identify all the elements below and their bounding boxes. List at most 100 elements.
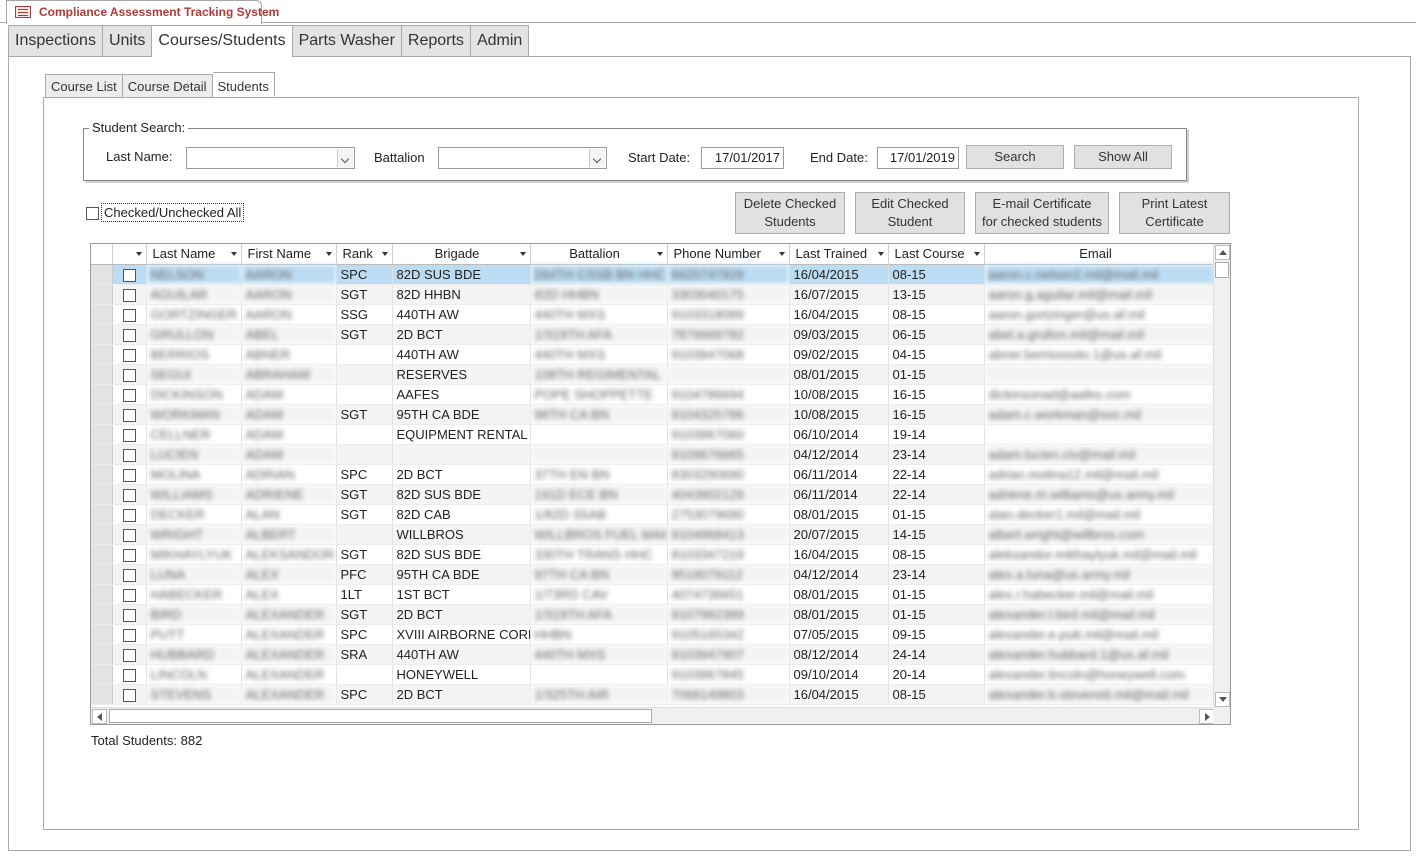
cell-brigade[interactable]: 82D HHBN (392, 284, 531, 305)
cell-phone[interactable]: 9105165342 (667, 624, 790, 645)
row-checkbox[interactable] (122, 268, 136, 282)
column-header-first-name[interactable]: First Name (241, 244, 337, 265)
scroll-thumb[interactable] (1215, 262, 1229, 278)
cell-trained[interactable]: 04/12/2014 (789, 564, 889, 585)
row-checkbox-cell[interactable] (112, 524, 147, 545)
cell-course[interactable]: 08-15 (888, 684, 985, 705)
cell-phone[interactable]: 6625747929 (667, 264, 790, 285)
cell-email[interactable]: dickinsonad@aafes.com (984, 384, 1216, 405)
chevron-down-icon[interactable] (656, 252, 663, 256)
record-selector[interactable] (91, 384, 113, 405)
cell-battalion[interactable]: 191D ECE BN (530, 484, 668, 505)
cell-trained[interactable]: 07/05/2015 (789, 624, 889, 645)
chevron-down-icon[interactable] (381, 252, 388, 256)
cell-trained[interactable]: 08/01/2015 (789, 504, 889, 525)
cell-email[interactable]: abel.a.grullon.mil@mail.mil (984, 324, 1216, 345)
cell-last[interactable]: WILLIAMS (146, 484, 242, 505)
cell-first[interactable]: ADAM (241, 444, 337, 465)
cell-last[interactable]: SEGUI (146, 364, 242, 385)
table-row[interactable]: WILLIAMS ADRIENE SGT 82D SUS BDE 191D ECE BN… (91, 484, 1216, 505)
cell-first[interactable]: ALEXANDER (241, 644, 337, 665)
cell-first[interactable]: ALEKSANDOR (241, 544, 337, 565)
table-row[interactable]: BIRD ALEXANDER SGT 2D BCT 1/319TH AFA 9107992… (91, 604, 1216, 625)
cell-brigade[interactable]: 2D BCT (392, 464, 531, 485)
table-row[interactable]: DICKINSON ADAM AAFES POPE SHOPPETTE 91047866… (91, 384, 1216, 405)
cell-course[interactable]: 01-15 (888, 504, 985, 525)
record-selector[interactable] (91, 504, 113, 525)
cell-rank[interactable]: SGT (336, 544, 393, 565)
row-checkbox[interactable] (122, 548, 136, 562)
cell-course[interactable]: 20-14 (888, 664, 985, 685)
cell-battalion[interactable] (530, 664, 668, 685)
record-selector[interactable] (91, 584, 113, 605)
table-row[interactable]: DECKER ALAN SGT 82D CAB 1/82D 3SAB 2753079690… (91, 504, 1216, 525)
cell-battalion[interactable]: 37TH EN BN (530, 464, 668, 485)
cell-battalion[interactable]: WILLBROS FUEL MAINT (530, 524, 668, 545)
cell-last[interactable]: BIRD (146, 604, 242, 625)
cell-first[interactable]: ABEL (241, 324, 337, 345)
record-selector[interactable] (91, 364, 113, 385)
search-button[interactable]: Search (966, 145, 1064, 169)
tab-units[interactable]: Units (102, 25, 153, 57)
cell-rank[interactable]: SGT (336, 604, 393, 625)
cell-first[interactable]: ALAN (241, 504, 337, 525)
cell-course[interactable]: 08-15 (888, 304, 985, 325)
cell-course[interactable]: 08-15 (888, 544, 985, 565)
cell-email[interactable] (984, 424, 1216, 445)
cell-email[interactable]: alexander.t.bird.mil@mail.mil (984, 604, 1216, 625)
cell-last[interactable]: BERRIOS (146, 344, 242, 365)
cell-rank[interactable]: 1LT (336, 584, 393, 605)
cell-battalion[interactable]: POPE SHOPPETTE (530, 384, 668, 405)
cell-trained[interactable]: 06/11/2014 (789, 464, 889, 485)
row-checkbox[interactable] (122, 368, 136, 382)
row-checkbox-cell[interactable] (112, 664, 147, 685)
cell-rank[interactable]: SRA (336, 644, 393, 665)
cell-course[interactable]: 01-15 (888, 584, 985, 605)
cell-phone[interactable]: 9109676665 (667, 444, 790, 465)
check-all-checkbox[interactable] (86, 207, 99, 220)
tab-course-list[interactable]: Course List (45, 74, 123, 98)
cell-trained[interactable]: 09/03/2015 (789, 324, 889, 345)
cell-first[interactable]: ADRIAN (241, 464, 337, 485)
cell-email[interactable]: aaron.c.nelson2.mil@mail.mil (984, 264, 1216, 285)
vertical-scrollbar[interactable] (1213, 244, 1230, 708)
record-selector[interactable] (91, 264, 113, 285)
column-header-battalion[interactable]: Battalion (530, 244, 668, 265)
cell-last[interactable]: MOLINA (146, 464, 242, 485)
table-row[interactable]: NELSON AARON SPC 82D SUS BDE 264TH CSSB BN H… (91, 264, 1216, 285)
row-checkbox[interactable] (122, 308, 136, 322)
cell-email[interactable]: alexander.hubbard.1@us.af.mil (984, 644, 1216, 665)
cell-phone[interactable]: 9107992389 (667, 604, 790, 625)
cell-battalion[interactable]: 1/319TH AFA (530, 604, 668, 625)
cell-course[interactable]: 22-14 (888, 484, 985, 505)
cell-course[interactable]: 23-14 (888, 444, 985, 465)
cell-phone[interactable] (667, 364, 790, 385)
cell-course[interactable]: 24-14 (888, 644, 985, 665)
cell-brigade[interactable]: EQUIPMENT RENTAL (392, 424, 531, 445)
cell-rank[interactable]: SGT (336, 284, 393, 305)
cell-phone[interactable]: 4043902129 (667, 484, 790, 505)
row-checkbox[interactable] (122, 588, 136, 602)
record-selector[interactable] (91, 564, 113, 585)
cell-email[interactable]: alex.r.habecker.mil@mail.mil (984, 584, 1216, 605)
row-checkbox[interactable] (122, 688, 136, 702)
row-checkbox[interactable] (122, 428, 136, 442)
cell-last[interactable]: HUBBARD (146, 644, 242, 665)
cell-brigade[interactable]: 440TH AW (392, 644, 531, 665)
cell-battalion[interactable]: 82D HHBN (530, 284, 668, 305)
last-name-combo[interactable] (186, 147, 355, 169)
cell-course[interactable]: 04-15 (888, 344, 985, 365)
cell-rank[interactable]: SGT (336, 324, 393, 345)
chevron-down-icon[interactable] (877, 252, 884, 256)
row-checkbox-cell[interactable] (112, 364, 147, 385)
scroll-thumb[interactable] (109, 709, 652, 723)
cell-brigade[interactable]: 82D SUS BDE (392, 264, 531, 285)
cell-email[interactable]: adriene.m.williams@us.army.mil (984, 484, 1216, 505)
row-checkbox-cell[interactable] (112, 444, 147, 465)
cell-phone[interactable]: 9104968413 (667, 524, 790, 545)
table-row[interactable]: MIKHAYLYUK ALEKSANDOR SGT 82D SUS BDE 330TH … (91, 544, 1216, 565)
record-selector[interactable] (91, 464, 113, 485)
cell-course[interactable]: 13-15 (888, 284, 985, 305)
cell-brigade[interactable]: 95TH CA BDE (392, 404, 531, 425)
tab-parts-washer[interactable]: Parts Washer (292, 25, 402, 57)
